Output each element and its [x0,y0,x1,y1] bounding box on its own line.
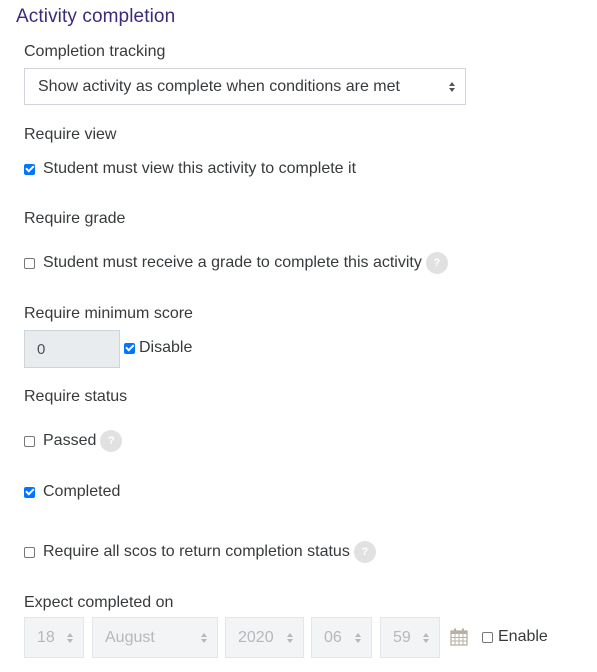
select-arrows-icon [201,632,207,643]
expect-completed-label: Expect completed on [24,594,174,611]
enable-row[interactable]: Enable [482,628,548,646]
calendar-icon[interactable] [450,628,468,646]
month-value: August [105,628,155,646]
completion-tracking-value: Show activity as complete when condition… [38,77,400,95]
require-grade-checkbox[interactable] [24,257,35,269]
day-value: 18 [37,628,55,646]
require-view-checkbox[interactable] [24,163,35,175]
completion-tracking-label: Completion tracking [24,43,166,60]
require-view-checkbox-label: Student must view this activity to compl… [43,160,357,177]
require-grade-checkbox-label: Student must receive a grade to complete… [43,254,422,271]
year-select[interactable]: 2020 [225,617,304,658]
passed-checkbox[interactable] [24,435,35,447]
completed-label: Completed [43,483,121,500]
all-scos-label: Require all scos to return completion st… [43,543,350,560]
month-select[interactable]: August [92,617,218,658]
min-score-disable-label: Disable [139,339,193,356]
hour-value: 06 [324,628,342,646]
passed-row[interactable]: Passed ? [24,430,123,452]
enable-label: Enable [498,628,548,645]
completed-checkbox[interactable] [24,486,35,498]
require-status-label: Require status [24,388,128,405]
help-icon[interactable]: ? [100,430,123,452]
min-score-disable-row[interactable]: Disable [124,339,192,357]
require-min-score-label: Require minimum score [24,305,193,322]
min-score-value: 0 [37,340,46,358]
hour-select[interactable]: 06 [311,617,372,658]
select-arrows-icon [355,632,361,643]
min-score-input[interactable]: 0 [24,330,120,368]
select-arrows-icon [287,632,293,643]
minute-value: 59 [393,628,411,646]
year-value: 2020 [238,628,274,646]
day-select[interactable]: 18 [24,617,84,658]
completed-row[interactable]: Completed [24,483,120,501]
min-score-disable-checkbox[interactable] [124,342,135,354]
completion-tracking-select[interactable]: Show activity as complete when condition… [24,68,466,105]
require-grade-row[interactable]: Student must receive a grade to complete… [24,252,448,274]
require-view-label: Require view [24,126,117,143]
help-icon[interactable]: ? [425,252,448,274]
require-grade-label: Require grade [24,210,126,227]
help-icon[interactable]: ? [353,541,376,563]
all-scos-row[interactable]: Require all scos to return completion st… [24,541,376,563]
minute-select[interactable]: 59 [380,617,440,658]
select-arrows-icon [423,632,429,643]
require-view-row[interactable]: Student must view this activity to compl… [24,160,356,178]
passed-label: Passed [43,432,97,449]
select-arrows-icon [449,81,455,92]
enable-checkbox[interactable] [482,631,493,643]
select-arrows-icon [67,632,73,643]
section-heading: Activity completion [16,6,176,27]
all-scos-checkbox[interactable] [24,546,35,558]
